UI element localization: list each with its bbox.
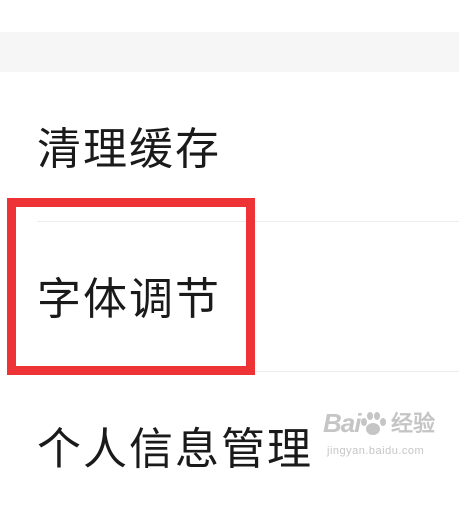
- top-strip: [0, 0, 459, 32]
- section-gap: [0, 32, 459, 72]
- menu-item-personal-info[interactable]: 个人信息管理: [0, 372, 459, 522]
- menu-item-font-adjust[interactable]: 字体调节: [0, 222, 459, 372]
- menu-item-label: 个人信息管理: [37, 424, 313, 475]
- menu-item-clear-cache[interactable]: 清理缓存: [0, 72, 459, 222]
- menu-item-label: 字体调节: [37, 274, 221, 325]
- menu-item-label: 清理缓存: [37, 124, 221, 175]
